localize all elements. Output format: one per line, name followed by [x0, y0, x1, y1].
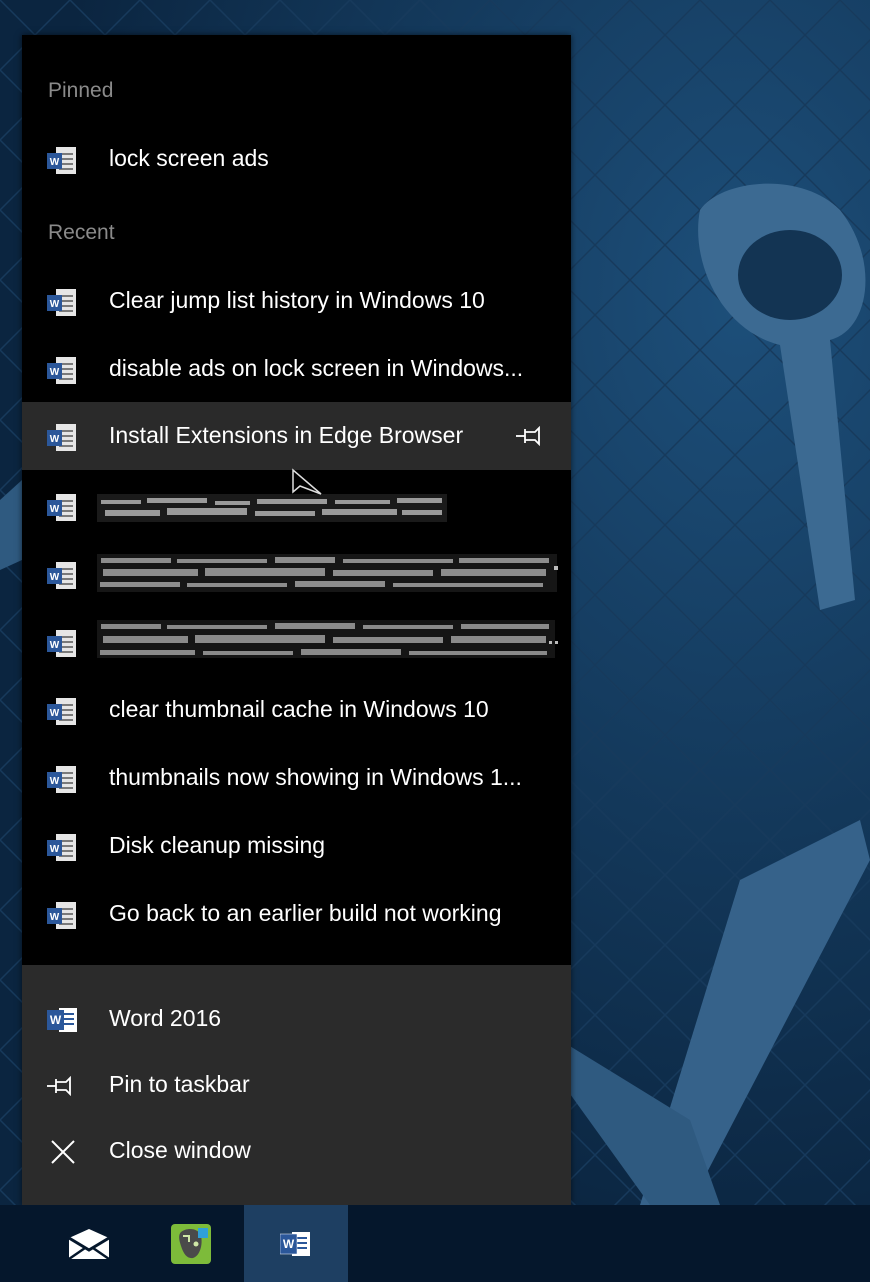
- garbled-text: [97, 488, 447, 528]
- taskbar: W: [0, 1205, 870, 1282]
- recent-item[interactable]: W Disk cleanup missing: [22, 812, 571, 880]
- task-label: Word 2016: [109, 1005, 222, 1031]
- svg-text:W: W: [50, 776, 60, 787]
- word-document-icon: W: [46, 146, 78, 176]
- svg-text:W: W: [50, 572, 60, 583]
- svg-text:W: W: [50, 504, 60, 515]
- evernote-icon: [171, 1223, 211, 1264]
- word-document-icon: W: [46, 561, 78, 591]
- recent-item-label: Install Extensions in Edge Browser: [109, 422, 464, 448]
- recent-item[interactable]: W Go back to an earlier build not workin…: [22, 880, 571, 948]
- pin-to-taskbar-button[interactable]: Pin to taskbar: [22, 1053, 571, 1119]
- svg-text:W: W: [50, 912, 60, 923]
- svg-text:W: W: [50, 640, 60, 651]
- svg-text:W: W: [50, 844, 60, 855]
- word-app-icon: W: [46, 1003, 80, 1037]
- close-icon: [46, 1135, 80, 1169]
- svg-text:W: W: [50, 367, 60, 378]
- pin-icon: [516, 426, 540, 446]
- word-document-icon: W: [46, 288, 78, 318]
- word-document-icon: W: [46, 901, 78, 931]
- pinned-item-label: lock screen ads: [109, 145, 269, 171]
- pinned-item[interactable]: W lock screen ads: [22, 125, 571, 193]
- pin-icon: [46, 1069, 80, 1103]
- recent-item-garbled[interactable]: W: [22, 608, 571, 676]
- svg-text:W: W: [50, 1013, 62, 1027]
- recent-item[interactable]: W thumbnails now showing in Windows 1...: [22, 744, 571, 812]
- recent-header: Recent: [48, 221, 115, 244]
- close-window-button[interactable]: Close window: [22, 1119, 571, 1185]
- taskbar-word-button[interactable]: W: [244, 1205, 348, 1282]
- svg-text:W: W: [50, 299, 60, 310]
- word-document-icon: W: [46, 423, 78, 453]
- word-document-icon: W: [46, 629, 78, 659]
- svg-text:W: W: [50, 157, 60, 168]
- garbled-text: [97, 552, 562, 592]
- jump-list: Pinned W lock screen ads Recent W Clear …: [22, 35, 571, 1205]
- garbled-text: [97, 618, 562, 658]
- svg-text:W: W: [50, 434, 60, 445]
- recent-item-label: clear thumbnail cache in Windows 10: [109, 696, 489, 722]
- word-document-icon: W: [46, 765, 78, 795]
- task-label: Pin to taskbar: [109, 1071, 250, 1097]
- recent-item-hovered[interactable]: W Install Extensions in Edge Browser: [22, 402, 571, 470]
- word-document-icon: W: [46, 493, 78, 523]
- recent-item-label: Go back to an earlier build not working: [109, 900, 502, 926]
- pinned-header: Pinned: [48, 79, 114, 102]
- task-label: Close window: [109, 1137, 251, 1163]
- taskbar-mail-button[interactable]: [37, 1205, 141, 1282]
- pin-to-list-button[interactable]: [512, 422, 552, 450]
- mouse-cursor-icon: [292, 468, 322, 495]
- recent-item-label: thumbnails now showing in Windows 1...: [109, 764, 522, 790]
- word-document-icon: W: [46, 833, 78, 863]
- recent-item-label: Disk cleanup missing: [109, 832, 326, 858]
- open-word-button[interactable]: W Word 2016: [22, 987, 571, 1053]
- recent-item[interactable]: W clear thumbnail cache in Windows 10: [22, 676, 571, 744]
- recent-item-label: disable ads on lock screen in Windows...: [109, 355, 524, 381]
- mail-icon: [68, 1228, 110, 1260]
- tasks-section: W Word 2016 Pin to taskbar Close window: [22, 965, 571, 1205]
- word-document-icon: W: [46, 356, 78, 386]
- recent-item[interactable]: W disable ads on lock screen in Windows.…: [22, 335, 571, 403]
- svg-text:W: W: [50, 708, 60, 719]
- taskbar-evernote-button[interactable]: [139, 1205, 243, 1282]
- recent-item-garbled[interactable]: W: [22, 540, 571, 608]
- recent-item-label: Clear jump list history in Windows 10: [109, 287, 485, 313]
- recent-item[interactable]: W Clear jump list history in Windows 10: [22, 267, 571, 335]
- word-app-icon: W: [280, 1231, 310, 1256]
- svg-text:W: W: [283, 1237, 295, 1251]
- word-document-icon: W: [46, 697, 78, 727]
